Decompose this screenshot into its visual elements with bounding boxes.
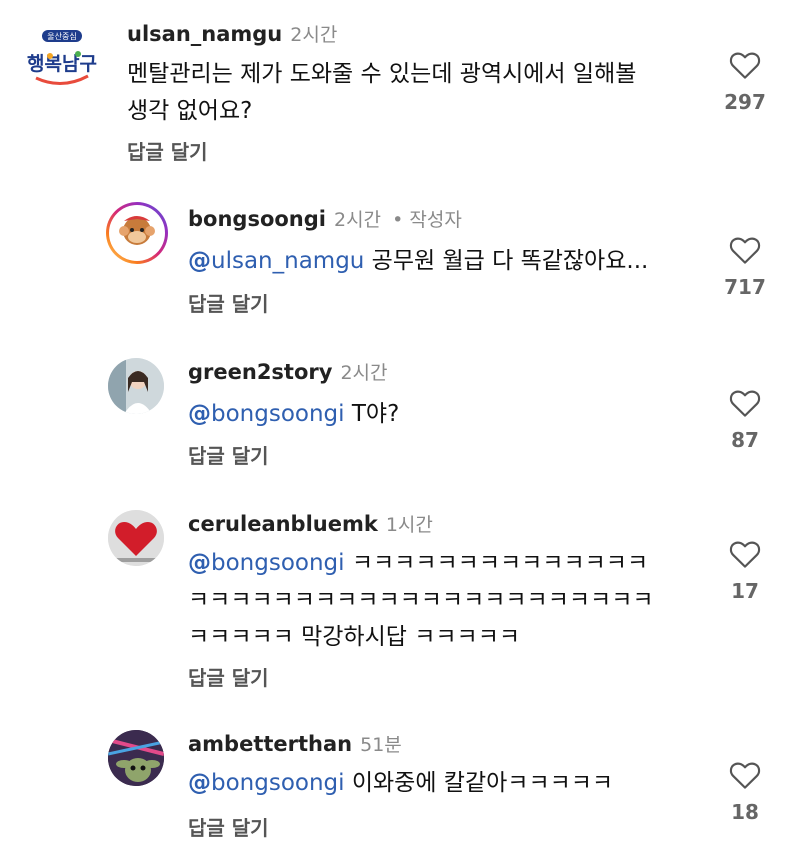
comment-text: 멘탈관리는 제가 도와줄 수 있는데 광역시에서 일해볼 생각 없어요? [127,56,717,130]
comment-header: ulsan_namgu 2시간 [127,20,337,47]
timestamp: 51분 [360,734,402,756]
mention-username[interactable]: bongsoongi [211,401,345,427]
timestamp: 1시간 [385,514,433,536]
comment-line: 멘탈관리는 제가 도와줄 수 있는데 광역시에서 일해볼 [127,61,637,87]
comment-line: 공무원 월급 다 똑같잖아요... [364,248,649,274]
username[interactable]: ambetterthan [188,732,352,756]
like-button[interactable]: 17 [715,539,775,603]
username[interactable]: ceruleanbluemk [188,512,378,536]
comment-line-text: ㅋㅋㅋㅋㅋㅋㅋㅋㅋㅋㅋㅋㅋㅋ [344,550,649,576]
username[interactable]: ulsan_namgu [127,22,282,46]
heart-outline-icon[interactable] [729,388,761,418]
reply-button[interactable]: 답글 달기 [188,812,269,841]
like-button[interactable]: 297 [715,50,775,114]
avatar[interactable] [106,202,168,264]
like-count: 17 [731,579,759,603]
like-button[interactable]: 87 [715,388,775,452]
reply-button[interactable]: 답글 달기 [188,288,269,317]
avatar[interactable]: 울산중심 행복남구 [20,18,104,102]
comment-line: @bongsoongi ㅋㅋㅋㅋㅋㅋㅋㅋㅋㅋㅋㅋㅋㅋ [188,545,654,582]
comment-text: @bongsoongi ㅋㅋㅋㅋㅋㅋㅋㅋㅋㅋㅋㅋㅋㅋ ㅋㅋㅋㅋㅋㅋㅋㅋㅋㅋㅋㅋㅋ… [188,545,654,656]
reply-button[interactable]: 답글 달기 [188,662,269,691]
like-count: 18 [731,800,759,824]
mention-username[interactable]: bongsoongi [211,550,345,576]
heart-outline-icon[interactable] [729,539,761,569]
like-count: 717 [724,275,766,299]
avatar[interactable] [108,730,164,786]
comment-header: green2story 2시간 [188,358,388,385]
like-button[interactable]: 18 [715,760,775,824]
comment-line: ㅋㅋㅋㅋㅋ 막강하시답 ㅋㅋㅋㅋㅋ [188,624,521,650]
timestamp: 2시간 [290,24,338,46]
username[interactable]: green2story [188,360,332,384]
mention-link[interactable]: @bongsoongi [188,550,345,576]
comment-text: @ulsan_namgu 공무원 월급 다 똑같잖아요... [188,243,648,280]
threads-at-icon: @ [188,401,211,427]
mention-username[interactable]: ulsan_namgu [211,248,364,274]
svg-text:울산중심: 울산중심 [47,31,76,41]
mention-link[interactable]: @bongsoongi [188,770,345,796]
mention-link[interactable]: @ulsan_namgu [188,248,364,274]
like-button[interactable]: 717 [715,235,775,299]
threads-at-icon: @ [188,550,211,576]
comment-line: 이와중에 칼같아ㅋㅋㅋㅋㅋ [344,770,614,796]
author-badge: • 작성자 [392,209,462,231]
avatar[interactable] [108,358,164,414]
timestamp: 2시간 [340,362,388,384]
heart-outline-icon[interactable] [729,235,761,265]
comment-line: ㅋㅋㅋㅋㅋㅋㅋㅋㅋㅋㅋㅋㅋㅋㅋㅋㅋㅋㅋㅋㅋㅋ [188,587,654,613]
like-count: 87 [731,428,759,452]
reply-button[interactable]: 답글 달기 [127,136,208,165]
mention-username[interactable]: bongsoongi [211,770,345,796]
heart-outline-icon[interactable] [729,50,761,80]
comment-header: ambetterthan 51분 [188,730,402,757]
reply-button[interactable]: 답글 달기 [188,440,269,469]
timestamp: 2시간 [333,209,382,231]
username[interactable]: bongsoongi [188,207,326,231]
heart-outline-icon[interactable] [729,760,761,790]
comment-text: @bongsoongi 이와중에 칼같아ㅋㅋㅋㅋㅋ [188,765,613,802]
avatar[interactable] [108,510,164,566]
threads-at-icon: @ [188,248,211,274]
svg-text:행복남구: 행복남구 [27,53,97,75]
comment-header: bongsoongi 2시간 • 작성자 [188,205,462,232]
like-count: 297 [724,90,766,114]
comment-line: 생각 없어요? [127,98,253,124]
comment-line: T야? [344,401,400,427]
comment-text: @bongsoongi T야? [188,396,399,433]
mention-link[interactable]: @bongsoongi [188,401,345,427]
threads-at-icon: @ [188,770,211,796]
comment-header: ceruleanbluemk 1시간 [188,510,433,537]
